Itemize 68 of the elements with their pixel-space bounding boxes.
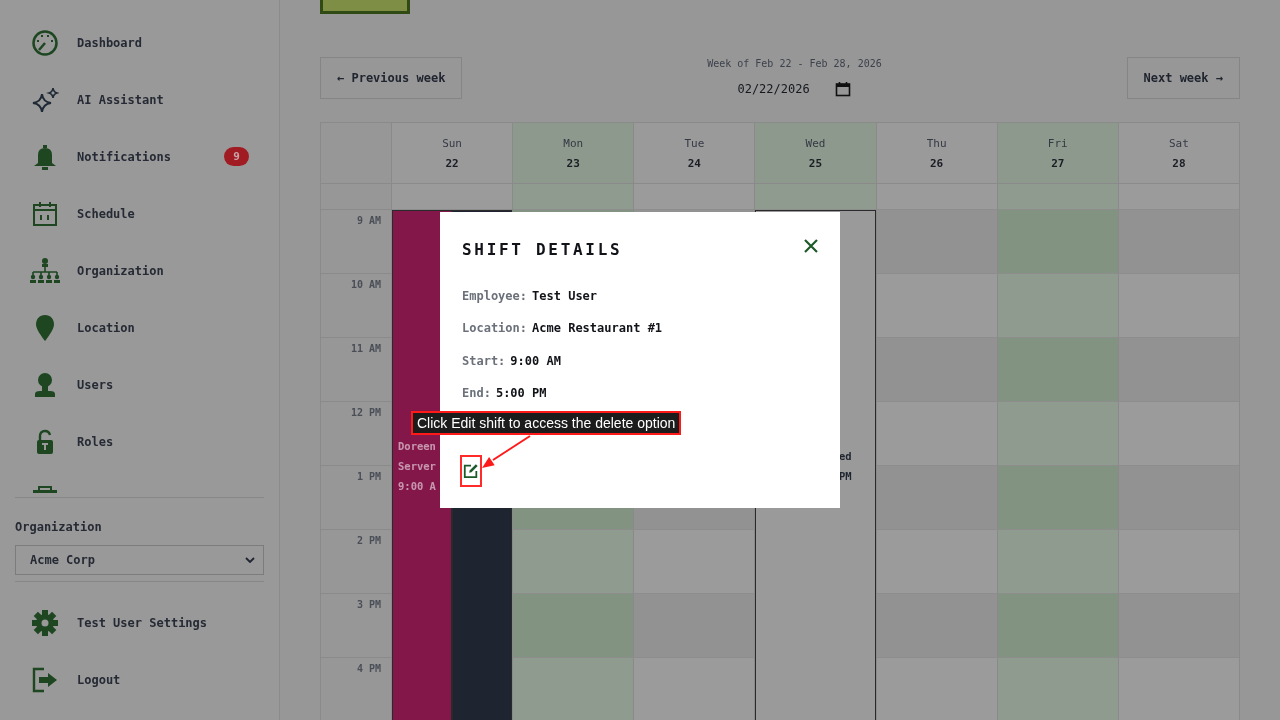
- shift-text: PM: [838, 469, 852, 483]
- field-value: 9:00 AM: [510, 352, 561, 370]
- date-field[interactable]: 02/22/2026: [735, 80, 854, 98]
- calendar-icon: [31, 199, 59, 228]
- org-chart-icon: [29, 256, 61, 285]
- close-button[interactable]: [804, 239, 818, 253]
- nav-item[interactable]: Organization: [15, 242, 264, 299]
- nav-item[interactable]: Users: [15, 356, 264, 413]
- shift-text: Server: [398, 459, 436, 473]
- gauge-icon: [31, 28, 59, 57]
- edit-button[interactable]: [460, 454, 482, 487]
- day-date: 25: [808, 156, 823, 170]
- chevron-icon: [245, 557, 255, 563]
- day-name: Wed: [805, 136, 826, 150]
- day-date: 22: [445, 156, 459, 170]
- hour-label: 1 PM: [356, 471, 381, 483]
- field-label: Start:: [462, 352, 506, 370]
- logout-icon: [31, 665, 59, 694]
- hour-label: 10 AM: [350, 279, 381, 291]
- day-date: 28: [1172, 156, 1186, 170]
- shift-text: ed: [838, 449, 852, 463]
- nav-item[interactable]: Logout: [15, 651, 264, 708]
- nav-item[interactable]: Schedule: [15, 185, 264, 242]
- organization-label: Organization: [15, 519, 103, 535]
- day-date: 23: [566, 156, 580, 170]
- next-week-button[interactable]: Next week →: [1126, 57, 1240, 99]
- nav-item[interactable]: Test User Settings: [15, 594, 264, 651]
- hour-label: 12 PM: [350, 407, 381, 419]
- hour-label: 2 PM: [356, 535, 381, 547]
- day-name: Tue: [684, 136, 705, 150]
- day-name: Thu: [926, 136, 947, 150]
- calendar-icon: [835, 81, 852, 97]
- nav-item[interactable]: Dashboard: [15, 14, 264, 71]
- day-name: Sat: [1169, 136, 1189, 150]
- nav-item[interactable]: AI Assistant: [15, 71, 264, 128]
- settings-icon: [31, 608, 59, 637]
- hour-label: 3 PM: [356, 599, 381, 611]
- day-date: 26: [930, 156, 944, 170]
- previous-week-button[interactable]: ← Previous week: [320, 57, 463, 99]
- dialog-title: SHIFT DETAILS: [462, 240, 623, 260]
- hour-label: 11 AM: [350, 343, 381, 355]
- week-range-label: Week of Feb 22 - Feb 28, 2026: [707, 58, 882, 70]
- field-value: Acme Restaurant #1: [532, 320, 663, 338]
- hour-label: 4 PM: [356, 663, 381, 675]
- cut-off-button[interactable]: [320, 0, 410, 14]
- field-label: End:: [462, 384, 491, 402]
- field-value: 5:00 PM: [495, 384, 547, 402]
- nav-item[interactable]: Notifications 9: [15, 128, 264, 185]
- instruction-callout: Click Edit shift to access the delete option: [411, 411, 682, 435]
- notification-count: 9: [224, 147, 249, 166]
- day-date: 27: [1051, 156, 1065, 170]
- close-icon: [804, 239, 818, 253]
- edit-icon: [463, 462, 479, 479]
- cut-off-icon: [31, 486, 59, 493]
- field-value: Test User: [532, 288, 598, 305]
- organization-select[interactable]: Acme Corp: [15, 545, 264, 575]
- shift-text: Doreen: [398, 439, 436, 453]
- nav-item[interactable]: Location: [15, 299, 264, 356]
- sparkle-icon: [31, 85, 59, 114]
- day-name: Sun: [442, 136, 462, 150]
- day-name: Fri: [1047, 136, 1068, 150]
- day-date: 24: [687, 156, 701, 170]
- field-label: Location:: [462, 320, 528, 338]
- hour-label: 9 AM: [356, 215, 381, 227]
- day-name: Mon: [563, 136, 584, 150]
- field-label: Employee:: [462, 288, 528, 305]
- nav-item[interactable]: Roles: [15, 413, 264, 470]
- shift-text: 9:00 A: [398, 479, 436, 493]
